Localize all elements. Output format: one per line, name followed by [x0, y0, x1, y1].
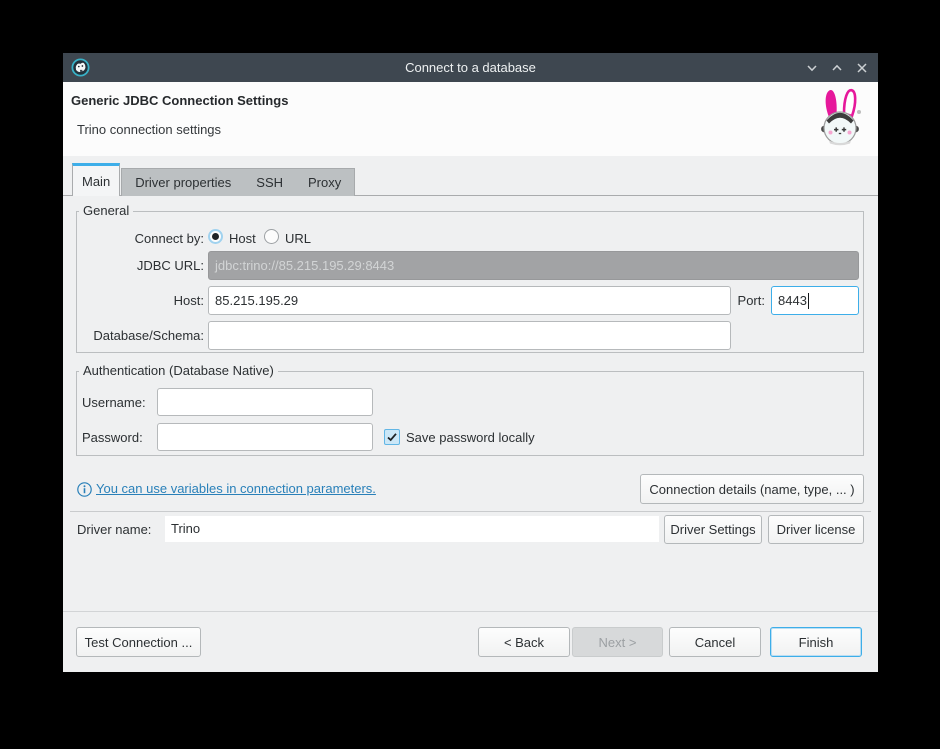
next-button: Next > — [572, 627, 663, 657]
titlebar[interactable]: Connect to a database — [63, 53, 878, 82]
test-connection-button[interactable]: Test Connection ... — [76, 627, 201, 657]
tab-group-inactive: Driver properties SSH Proxy — [121, 168, 355, 196]
info-icon — [77, 482, 92, 497]
window-controls — [805, 53, 869, 82]
authentication-legend: Authentication (Database Native) — [79, 363, 278, 378]
tab-ssh[interactable]: SSH — [256, 175, 283, 190]
check-icon — [386, 431, 398, 443]
password-label: Password: — [82, 430, 143, 445]
cancel-button[interactable]: Cancel — [669, 627, 761, 657]
authentication-group: Authentication (Database Native) Usernam… — [76, 371, 864, 456]
separator — [70, 511, 871, 512]
connect-dialog: Connect to a database Generic JDBC Conne… — [63, 53, 878, 672]
port-label: Port: — [727, 293, 765, 308]
password-input[interactable] — [157, 423, 373, 451]
database-input[interactable] — [208, 321, 731, 350]
username-input[interactable] — [157, 388, 373, 416]
jdbc-url-field: jdbc:trino://85.215.195.29:8443 — [208, 251, 859, 280]
back-button[interactable]: < Back — [478, 627, 570, 657]
port-input[interactable]: 8443 — [771, 286, 859, 315]
radio-host[interactable] — [208, 229, 223, 244]
connection-details-button[interactable]: Connection details (name, type, ... ) — [640, 474, 864, 504]
separator — [63, 611, 878, 612]
database-label: Database/Schema: — [82, 328, 204, 343]
radio-url-label[interactable]: URL — [285, 231, 311, 246]
variables-link[interactable]: You can use variables in connection para… — [96, 481, 376, 496]
tab-driver-properties[interactable]: Driver properties — [135, 175, 231, 190]
driver-settings-button[interactable]: Driver Settings — [664, 515, 762, 544]
general-legend: General — [79, 203, 133, 218]
general-group: General Connect by: Host URL JDBC URL: j… — [76, 211, 864, 353]
page-subtitle: Trino connection settings — [77, 122, 221, 137]
close-icon[interactable] — [855, 61, 869, 75]
wizard-header: Generic JDBC Connection Settings Trino c… — [63, 82, 878, 156]
radio-host-label[interactable]: Host — [229, 231, 256, 246]
save-password-label[interactable]: Save password locally — [406, 430, 535, 445]
driver-name-field: Trino — [165, 516, 659, 542]
jdbc-url-label: JDBC URL: — [82, 258, 204, 273]
radio-url[interactable] — [264, 229, 279, 244]
maximize-icon[interactable] — [830, 61, 844, 75]
driver-license-button[interactable]: Driver license — [768, 515, 864, 544]
username-label: Username: — [82, 395, 146, 410]
host-label: Host: — [82, 293, 204, 308]
trino-bunny-icon — [813, 87, 867, 152]
connect-by-label: Connect by: — [82, 231, 204, 246]
tab-bar: Main Driver properties SSH Proxy — [72, 163, 355, 196]
desktop-background: Connect to a database Generic JDBC Conne… — [0, 0, 940, 749]
driver-name-label: Driver name: — [77, 522, 151, 537]
tab-proxy[interactable]: Proxy — [308, 175, 341, 190]
tab-main[interactable]: Main — [72, 163, 120, 196]
page-title: Generic JDBC Connection Settings — [71, 93, 288, 108]
text-caret — [808, 293, 809, 309]
minimize-icon[interactable] — [805, 61, 819, 75]
save-password-checkbox[interactable] — [384, 429, 400, 445]
host-input[interactable] — [208, 286, 731, 315]
finish-button[interactable]: Finish — [770, 627, 862, 657]
window-title: Connect to a database — [63, 53, 878, 82]
